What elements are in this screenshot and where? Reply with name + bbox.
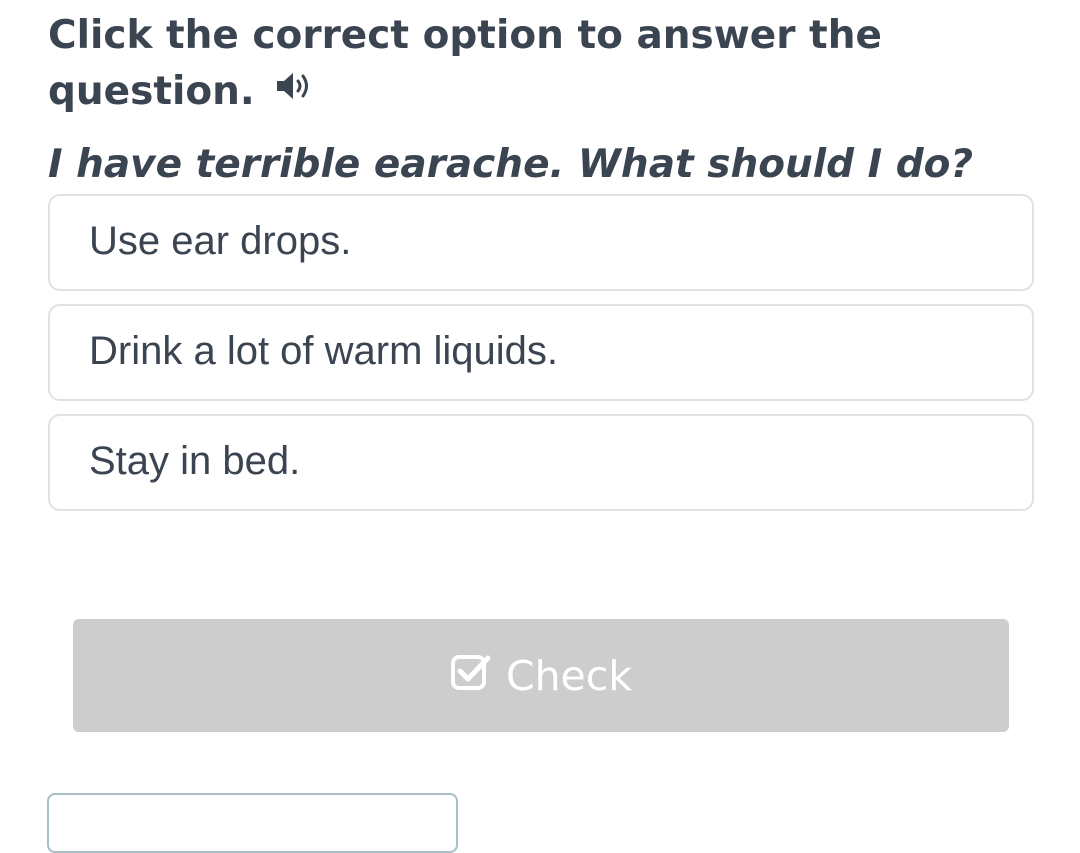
speaker-icon[interactable] [275, 62, 315, 118]
instruction-text: Click the correct option to answer the q… [48, 8, 928, 120]
instruction-label: Click the correct option to answer the q… [48, 13, 882, 114]
answer-options: Use ear drops. Drink a lot of warm liqui… [48, 194, 1034, 524]
answer-option-label: Stay in bed. [89, 439, 301, 483]
answer-option-1[interactable]: Use ear drops. [48, 194, 1034, 291]
answer-option-3[interactable]: Stay in bed. [48, 414, 1034, 511]
bottom-panel [47, 793, 458, 853]
answer-option-label: Use ear drops. [89, 219, 352, 263]
question-text: I have terrible earache. What should I d… [48, 142, 974, 187]
check-button-label: Check [505, 651, 633, 700]
answer-option-label: Drink a lot of warm liquids. [89, 329, 559, 373]
answer-option-2[interactable]: Drink a lot of warm liquids. [48, 304, 1034, 401]
checkbox-checked-icon [450, 652, 492, 702]
check-button[interactable]: Check [73, 619, 1009, 732]
